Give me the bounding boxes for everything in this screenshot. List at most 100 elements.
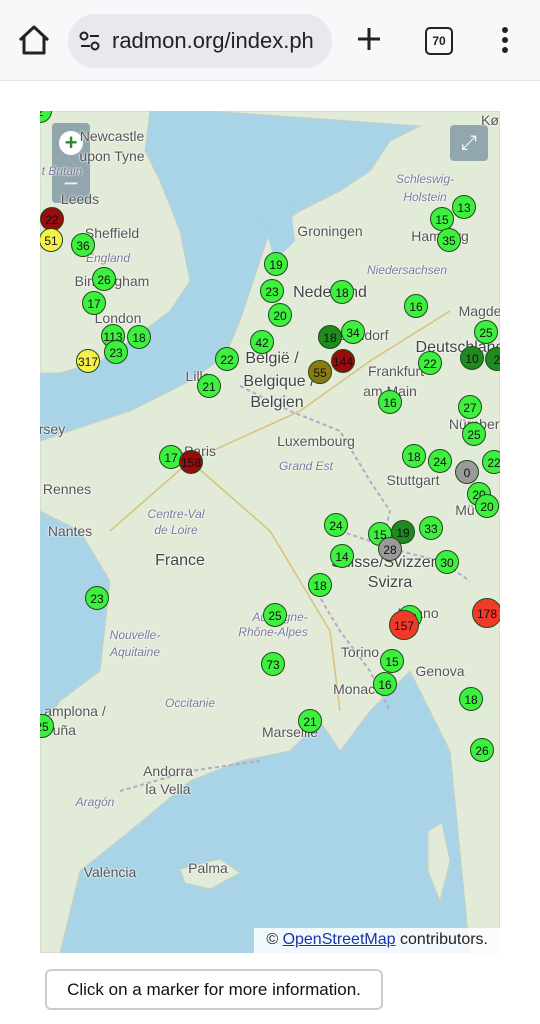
- station-marker[interactable]: 51: [40, 228, 63, 252]
- place-label-groningen: Groningen: [297, 223, 363, 239]
- station-marker[interactable]: 27: [458, 395, 482, 419]
- station-marker[interactable]: 23: [85, 586, 109, 610]
- station-marker[interactable]: 26: [92, 267, 116, 291]
- station-marker[interactable]: 25: [474, 320, 498, 344]
- address-bar[interactable]: radmon.org/index.ph: [68, 14, 332, 68]
- station-marker[interactable]: 34: [341, 320, 365, 344]
- openstreetmap-link[interactable]: OpenStreetMap: [283, 931, 396, 948]
- place-label-grand-est: Grand Est: [278, 459, 334, 473]
- station-marker[interactable]: 18: [402, 444, 426, 468]
- station-marker[interactable]: 19: [264, 252, 288, 276]
- station-marker[interactable]: 18: [318, 325, 342, 349]
- place-label-niedersachsen: Niedersachsen: [366, 263, 448, 277]
- station-marker[interactable]: 178: [472, 598, 500, 628]
- home-icon[interactable]: [14, 22, 54, 58]
- attribution-suffix: contributors.: [395, 931, 488, 948]
- place-label-torino: Torino: [340, 644, 380, 660]
- place-label-andorra: Andorra: [143, 763, 193, 779]
- info-message: Click on a marker for more information.: [45, 969, 383, 1010]
- place-label-britain: t Britain: [41, 164, 83, 178]
- place-label-newcastle: Newcastle: [79, 128, 145, 144]
- station-marker[interactable]: 15: [380, 649, 404, 673]
- place-label-pamplona: amplona /: [44, 703, 106, 719]
- radiation-map[interactable]: + − ⤢ Newcastle upon Tyne t Britain Leeds Sh…: [40, 111, 500, 953]
- station-marker[interactable]: 25: [263, 603, 287, 627]
- place-label-nouvelle: Nouvelle-: [109, 628, 161, 642]
- place-label-belgie: België /: [245, 350, 299, 367]
- place-label-la-vella: la Vella: [145, 781, 191, 797]
- station-marker[interactable]: 24: [324, 513, 348, 537]
- place-label-kobenhavn: Kø: [481, 112, 499, 128]
- station-marker[interactable]: 73: [261, 652, 285, 676]
- place-label-london: London: [94, 310, 142, 326]
- station-marker[interactable]: 21: [197, 374, 221, 398]
- map-attribution: © OpenStreetMap contributors.: [254, 928, 500, 953]
- station-marker[interactable]: 26: [470, 738, 494, 762]
- place-label-magdeburg: Magde: [458, 303, 500, 319]
- station-marker[interactable]: 16: [373, 672, 397, 696]
- place-label-luxembourg: Luxembourg: [277, 433, 355, 449]
- station-marker[interactable]: 16: [404, 294, 428, 318]
- place-label-schleswig: Schleswig-: [395, 172, 455, 186]
- place-label-muenchen: Mü: [455, 502, 475, 518]
- station-marker[interactable]: 10: [460, 346, 484, 370]
- station-marker[interactable]: 42: [250, 330, 274, 354]
- station-marker[interactable]: 36: [71, 233, 95, 257]
- new-tab-plus-icon[interactable]: [352, 22, 386, 56]
- place-label-england: England: [85, 251, 131, 265]
- station-marker[interactable]: 317: [76, 349, 100, 373]
- place-label-belgique: Belgique /: [243, 373, 315, 390]
- station-marker[interactable]: 28: [378, 537, 402, 561]
- station-marker[interactable]: 21: [298, 709, 322, 733]
- url-text: radmon.org/index.ph: [112, 28, 314, 53]
- station-marker[interactable]: 20: [475, 494, 499, 518]
- place-label-france: France: [155, 552, 205, 569]
- station-marker[interactable]: 158: [179, 450, 203, 474]
- station-marker[interactable]: 157: [389, 610, 419, 640]
- station-marker[interactable]: 16: [378, 390, 402, 414]
- place-label-rhone-alpes: Rhône-Alpes: [238, 625, 308, 639]
- station-marker[interactable]: 24: [428, 449, 452, 473]
- place-label-holstein: Holstein: [403, 190, 447, 204]
- more-menu-icon[interactable]: [495, 24, 515, 56]
- place-label-jersey: rsey: [40, 421, 66, 437]
- place-label-aquitaine: Aquitaine: [109, 645, 161, 659]
- place-label-svizra: Svizra: [367, 574, 413, 591]
- place-label-upon-tyne: upon Tyne: [79, 148, 145, 164]
- station-marker[interactable]: 18: [330, 280, 354, 304]
- station-marker[interactable]: 18: [459, 687, 483, 711]
- station-marker[interactable]: 30: [435, 550, 459, 574]
- place-label-stuttgart: Stuttgart: [386, 472, 440, 488]
- place-label-nantes: Nantes: [47, 523, 93, 539]
- station-marker[interactable]: 25: [462, 422, 486, 446]
- station-marker[interactable]: 0: [455, 460, 479, 484]
- place-label-rennes: Rennes: [42, 481, 92, 497]
- site-settings-icon[interactable]: [78, 29, 102, 53]
- station-marker[interactable]: 55: [308, 360, 332, 384]
- place-label-centre-val: Centre-Val: [147, 507, 205, 521]
- place-label-belgien: Belgien: [250, 394, 304, 411]
- browser-toolbar: radmon.org/index.ph 70: [0, 0, 540, 81]
- tab-switcher-icon[interactable]: 70: [425, 27, 453, 55]
- station-marker[interactable]: 22: [482, 450, 500, 474]
- station-marker[interactable]: 22: [215, 347, 239, 371]
- station-marker[interactable]: 22: [418, 351, 442, 375]
- station-marker[interactable]: 23: [260, 279, 284, 303]
- place-label-frankfurt: Frankfurt: [367, 363, 425, 379]
- station-marker[interactable]: 35: [437, 228, 461, 252]
- station-marker[interactable]: 20: [268, 303, 292, 327]
- station-marker[interactable]: 18: [308, 573, 332, 597]
- station-marker[interactable]: 13: [452, 195, 476, 219]
- attribution-prefix: ©: [266, 931, 283, 948]
- station-marker[interactable]: 33: [419, 516, 443, 540]
- station-marker[interactable]: 144: [331, 349, 355, 373]
- place-label-palma: Palma: [188, 860, 228, 876]
- place-label-de-loire: de Loire: [154, 523, 198, 537]
- place-label-occitanie: Occitanie: [164, 696, 216, 710]
- station-marker[interactable]: 18: [127, 325, 151, 349]
- station-marker[interactable]: 14: [330, 544, 354, 568]
- station-marker[interactable]: 17: [82, 291, 106, 315]
- place-label-leeds: Leeds: [60, 191, 100, 207]
- station-marker[interactable]: 23: [104, 340, 128, 364]
- fullscreen-button[interactable]: ⤢: [450, 125, 488, 161]
